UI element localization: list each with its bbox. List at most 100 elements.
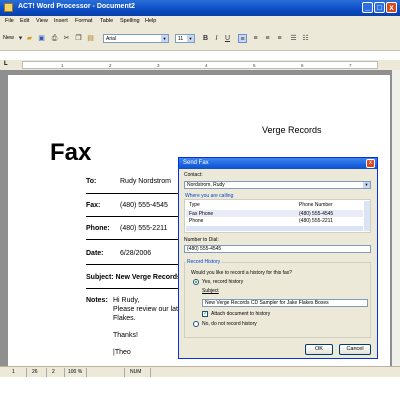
font-name: Arial — [106, 36, 117, 42]
menu-spelling[interactable]: Spelling — [120, 18, 140, 24]
ok-button[interactable]: OK — [305, 344, 333, 355]
table-scrollbar[interactable] — [364, 201, 370, 231]
table-cell: Fax Phone — [189, 211, 214, 217]
ruler-number: 3 — [157, 63, 160, 68]
divider — [86, 193, 178, 194]
notes-line: Please review our late — [113, 306, 182, 313]
font-size: 11 — [178, 36, 184, 42]
cancel-button[interactable]: Cancel — [339, 344, 371, 355]
save-icon[interactable]: ▣ — [37, 34, 46, 43]
table-cell: (480) 555-4545 — [299, 211, 334, 217]
paste-icon[interactable]: ▤ — [86, 34, 95, 43]
divider — [46, 368, 47, 377]
company-name: Verge Records — [262, 125, 322, 135]
print-icon[interactable]: ⎙ — [50, 34, 59, 43]
cut-icon[interactable]: ✂ — [62, 34, 71, 43]
dialog-title-bar: Send Fax x — [179, 158, 377, 169]
table-cell[interactable]: (480) 555-2211 — [299, 218, 333, 224]
status-num: NUM — [130, 369, 142, 375]
no-label[interactable]: No, do not record history — [202, 321, 257, 327]
contact-select[interactable]: Nordstrom, Rudy — [184, 181, 371, 189]
notes-line: Thanks! — [113, 332, 138, 339]
subject-input[interactable]: New Verge Records CD Sampler for Jake Fl… — [202, 299, 368, 307]
number-input[interactable]: (480) 555-4545 — [184, 245, 371, 253]
table-header-type: Type — [189, 202, 200, 208]
divider — [150, 368, 151, 377]
to-label: To: — [86, 178, 97, 185]
blank-area — [0, 377, 400, 400]
phone-table: Type Phone Number Fax Phone (480) 555-45… — [184, 199, 371, 233]
menu-insert[interactable]: Insert — [54, 18, 68, 24]
no-radio[interactable] — [193, 321, 199, 327]
number-value: (480) 555-4545 — [187, 246, 222, 252]
ruler: L 1 2 3 4 5 6 7 — [0, 60, 400, 70]
underline-button[interactable]: U — [223, 34, 232, 43]
yes-label[interactable]: Yes, record history — [202, 279, 243, 285]
tab-stop-icon[interactable]: L — [4, 61, 8, 67]
align-right-icon[interactable]: ≡ — [263, 34, 272, 43]
menu-table[interactable]: Table — [100, 18, 113, 24]
attach-checkbox[interactable]: ✓ — [202, 311, 208, 317]
bullet-list-icon[interactable]: ☰ — [289, 34, 298, 43]
ruler-number: 6 — [301, 63, 304, 68]
status-line: 26 — [32, 369, 38, 375]
vertical-scrollbar[interactable] — [392, 70, 400, 366]
menu-view[interactable]: View — [36, 18, 48, 24]
align-center-icon[interactable]: ≡ — [251, 34, 260, 43]
divider — [86, 368, 87, 377]
status-col: 2 — [52, 369, 55, 375]
notes-label: Notes: — [86, 297, 108, 304]
menu-format[interactable]: Format — [75, 18, 92, 24]
divider — [86, 264, 178, 265]
menu-bar: File Edit View Insert Format Table Spell… — [0, 16, 400, 27]
justify-icon[interactable]: ≡ — [275, 34, 284, 43]
status-zoom: 100 % — [68, 369, 83, 375]
new-button[interactable]: New — [3, 35, 14, 41]
date-label: Date: — [86, 250, 104, 257]
horizontal-scrollbar[interactable] — [186, 226, 363, 231]
phone-label: Phone: — [86, 225, 110, 232]
align-left-icon[interactable]: ≡ — [238, 34, 247, 43]
number-label: Number to Dial: — [184, 237, 219, 243]
table-cell[interactable]: Phone — [189, 218, 203, 224]
title-bar: ACT! Word Processor - Document2 _ □ x — [0, 0, 400, 16]
fax-label: Fax: — [86, 202, 101, 209]
fax-heading: Fax — [50, 139, 92, 166]
font-select[interactable]: Arial ▼ — [103, 34, 169, 43]
date-value: 6/28/2006 — [120, 250, 152, 257]
divider — [64, 368, 65, 377]
ruler-number: 5 — [253, 63, 256, 68]
attach-label[interactable]: Attach document to history — [211, 311, 270, 317]
window-title: ACT! Word Processor - Document2 — [18, 3, 135, 10]
status-page: 1 — [12, 369, 15, 375]
copy-icon[interactable]: ❐ — [74, 34, 83, 43]
ruler-number: 7 — [349, 63, 352, 68]
yes-radio[interactable] — [193, 279, 199, 285]
ruler-track[interactable]: 1 2 3 4 5 6 7 — [22, 61, 378, 69]
maximize-button[interactable]: □ — [374, 2, 385, 13]
font-size-select[interactable]: 11 ▼ — [175, 34, 195, 43]
menu-edit[interactable]: Edit — [20, 18, 29, 24]
chevron-down-icon[interactable]: ▼ — [363, 182, 370, 188]
fax-value: (480) 555-4545 — [120, 202, 168, 209]
dialog-close-button[interactable]: x — [366, 159, 375, 168]
chevron-down-icon[interactable]: ▾ — [16, 34, 25, 43]
contact-value: Nordstrom, Rudy — [187, 182, 225, 188]
dialog-title: Send Fax — [183, 160, 209, 166]
bold-button[interactable]: B — [201, 34, 210, 43]
record-history-label: Record History — [186, 259, 222, 265]
menu-help[interactable]: Help — [145, 18, 156, 24]
notes-line: Flakes. — [113, 315, 136, 322]
close-button[interactable]: x — [386, 2, 397, 13]
divider — [86, 288, 178, 289]
menu-file[interactable]: File — [5, 18, 14, 24]
divider — [86, 239, 178, 240]
contact-label: Contact: — [184, 172, 203, 178]
open-folder-icon[interactable]: ▰ — [25, 34, 34, 43]
subject-value: New Verge Records CD Sampler for Jake Fl… — [205, 300, 329, 306]
send-fax-dialog: Send Fax x Contact: Nordstrom, Rudy ▼ Wh… — [178, 157, 378, 359]
ruler-number: 4 — [205, 63, 208, 68]
italic-button[interactable]: I — [212, 34, 221, 43]
minimize-button[interactable]: _ — [362, 2, 373, 13]
numbered-list-icon[interactable]: ☷ — [301, 34, 310, 43]
